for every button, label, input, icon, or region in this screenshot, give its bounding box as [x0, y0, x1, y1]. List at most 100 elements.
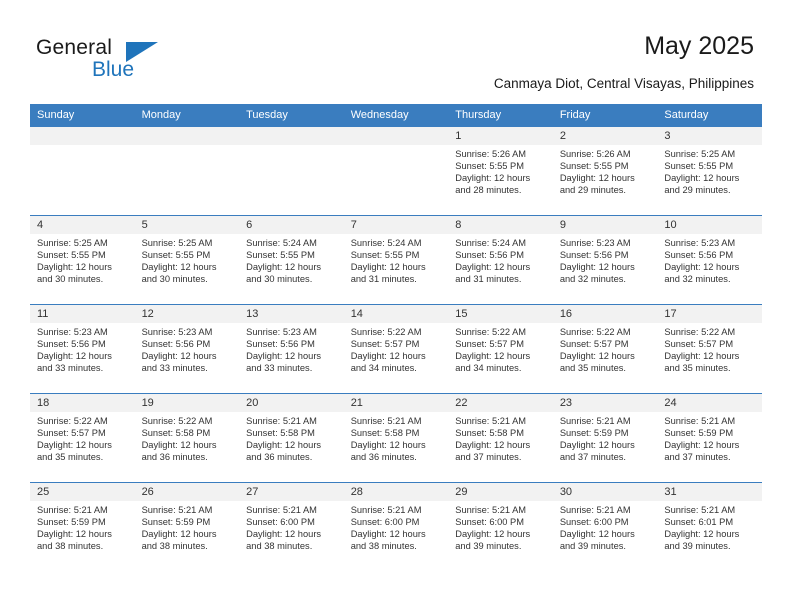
calendar-day-cell[interactable]: 5 Sunrise: 5:25 AM Sunset: 5:55 PM Daylight…: [134, 215, 240, 305]
daylight-text-line1: Daylight: 12 hours: [559, 351, 635, 362]
calendar-day-cell[interactable]: 28 Sunrise: 5:21 AM Sunset: 6:00 PM Dayligh…: [343, 482, 449, 572]
calendar-day-cell[interactable]: 6 Sunrise: 5:24 AM Sunset: 5:55 PM Daylight…: [239, 215, 344, 305]
calendar-day-cell[interactable]: 2 Sunrise: 5:26 AM Sunset: 5:55 PM Daylight…: [552, 126, 658, 216]
day-sun-info: Sunrise: 5:21 AM Sunset: 5:58 PM Daylight:…: [239, 412, 344, 463]
daylight-text-line1: Daylight: 12 hours: [246, 262, 322, 273]
calendar-day-cell[interactable]: 19 Sunrise: 5:22 AM Sunset: 5:58 PM Dayligh…: [134, 393, 240, 483]
day-number: 25: [30, 483, 135, 501]
day-sun-info: Sunrise: 5:21 AM Sunset: 6:01 PM Daylight:…: [657, 501, 762, 552]
calendar-day-cell[interactable]: 8 Sunrise: 5:24 AM Sunset: 5:56 PM Daylight…: [448, 215, 553, 305]
daylight-text-line2: and 33 minutes.: [246, 363, 313, 374]
day-sun-info: Sunrise: 5:26 AM Sunset: 5:55 PM Daylight:…: [553, 145, 658, 196]
daylight-text-line2: and 38 minutes.: [37, 541, 104, 552]
day-sun-info: Sunrise: 5:25 AM Sunset: 5:55 PM Daylight:…: [657, 145, 762, 196]
daylight-text-line1: Daylight: 12 hours: [664, 173, 740, 184]
page-title: May 2025: [644, 32, 754, 60]
sunset-text: Sunset: 6:00 PM: [246, 517, 315, 528]
calendar-day-cell[interactable]: 1 Sunrise: 5:26 AM Sunset: 5:55 PM Daylight…: [448, 126, 553, 216]
weekday-header-sunday: Sunday: [30, 104, 135, 127]
sunset-text: Sunset: 6:01 PM: [664, 517, 734, 528]
day-number: 30: [552, 483, 658, 501]
day-sun-info: Sunrise: 5:22 AM Sunset: 5:57 PM Daylight:…: [553, 323, 658, 374]
daylight-text-line2: and 29 minutes.: [559, 185, 626, 196]
calendar-day-cell[interactable]: 24 Sunrise: 5:21 AM Sunset: 5:59 PM Dayligh…: [657, 393, 762, 483]
calendar-day-cell[interactable]: 9 Sunrise: 5:23 AM Sunset: 5:56 PM Daylight…: [552, 215, 658, 305]
sunset-text: Sunset: 5:59 PM: [559, 428, 629, 439]
day-number: 4: [30, 216, 135, 234]
daylight-text-line2: and 29 minutes.: [664, 185, 731, 196]
calendar-body: 1 Sunrise: 5:26 AM Sunset: 5:55 PM Daylight…: [30, 126, 762, 572]
daylight-text-line2: and 28 minutes.: [455, 185, 522, 196]
daylight-text-line1: Daylight: 12 hours: [37, 262, 112, 273]
sunrise-text: Sunrise: 5:23 AM: [141, 327, 213, 337]
daylight-text-line2: and 38 minutes.: [350, 541, 417, 552]
sunrise-text: Sunrise: 5:22 AM: [664, 327, 736, 337]
calendar-day-cell[interactable]: 17 Sunrise: 5:22 AM Sunset: 5:57 PM Dayligh…: [657, 304, 762, 394]
calendar-day-cell[interactable]: 27 Sunrise: 5:21 AM Sunset: 6:00 PM Dayligh…: [239, 482, 344, 572]
weekday-header-thursday: Thursday: [448, 104, 553, 127]
sunset-text: Sunset: 6:00 PM: [559, 517, 629, 528]
daylight-text-line2: and 34 minutes.: [350, 363, 417, 374]
day-sun-info: Sunrise: 5:22 AM Sunset: 5:58 PM Daylight:…: [135, 412, 240, 463]
calendar-day-cell[interactable]: 22 Sunrise: 5:21 AM Sunset: 5:58 PM Dayligh…: [448, 393, 553, 483]
calendar-day-cell[interactable]: 10 Sunrise: 5:23 AM Sunset: 5:56 PM Dayligh…: [657, 215, 762, 305]
sunset-text: Sunset: 5:58 PM: [246, 428, 315, 439]
daylight-text-line1: Daylight: 12 hours: [141, 529, 217, 540]
daylight-text-line2: and 30 minutes.: [37, 274, 104, 285]
calendar-day-cell[interactable]: 3 Sunrise: 5:25 AM Sunset: 5:55 PM Daylight…: [657, 126, 762, 216]
sunset-text: Sunset: 5:58 PM: [141, 428, 211, 439]
sunrise-text: Sunrise: 5:22 AM: [350, 327, 422, 337]
day-sun-info: Sunrise: 5:25 AM Sunset: 5:55 PM Daylight:…: [30, 234, 135, 285]
calendar-day-cell[interactable]: 15 Sunrise: 5:22 AM Sunset: 5:57 PM Dayligh…: [448, 304, 553, 394]
day-number: 10: [657, 216, 762, 234]
daylight-text-line2: and 37 minutes.: [455, 452, 522, 463]
calendar-day-cell[interactable]: 13 Sunrise: 5:23 AM Sunset: 5:56 PM Dayligh…: [239, 304, 344, 394]
sunset-text: Sunset: 5:59 PM: [37, 517, 106, 528]
calendar-day-cell[interactable]: 29 Sunrise: 5:21 AM Sunset: 6:00 PM Dayligh…: [448, 482, 553, 572]
day-sun-info: Sunrise: 5:23 AM Sunset: 5:56 PM Daylight:…: [135, 323, 240, 374]
calendar-day-cell[interactable]: 11 Sunrise: 5:23 AM Sunset: 5:56 PM Dayligh…: [30, 304, 135, 394]
day-number: 1: [448, 127, 553, 145]
sunset-text: Sunset: 5:56 PM: [246, 339, 315, 350]
calendar-day-cell[interactable]: 31 Sunrise: 5:21 AM Sunset: 6:01 PM Dayligh…: [657, 482, 762, 572]
sunrise-text: Sunrise: 5:24 AM: [350, 238, 422, 248]
day-number: 19: [134, 394, 240, 412]
day-number: 16: [552, 305, 658, 323]
sunrise-text: Sunrise: 5:24 AM: [455, 238, 527, 248]
calendar-day-cell[interactable]: 18 Sunrise: 5:22 AM Sunset: 5:57 PM Dayligh…: [30, 393, 135, 483]
calendar-day-cell[interactable]: 25 Sunrise: 5:21 AM Sunset: 5:59 PM Dayligh…: [30, 482, 135, 572]
calendar-day-cell[interactable]: 30 Sunrise: 5:21 AM Sunset: 6:00 PM Dayligh…: [552, 482, 658, 572]
daylight-text-line1: Daylight: 12 hours: [246, 351, 322, 362]
daylight-text-line2: and 33 minutes.: [141, 363, 208, 374]
daylight-text-line2: and 32 minutes.: [559, 274, 626, 285]
sunrise-text: Sunrise: 5:21 AM: [455, 416, 527, 426]
day-sun-info: Sunrise: 5:22 AM Sunset: 5:57 PM Daylight:…: [657, 323, 762, 374]
calendar-day-cell[interactable]: 12 Sunrise: 5:23 AM Sunset: 5:56 PM Dayligh…: [134, 304, 240, 394]
day-number: 23: [552, 394, 658, 412]
daylight-text-line1: Daylight: 12 hours: [141, 262, 217, 273]
daylight-text-line2: and 34 minutes.: [455, 363, 522, 374]
day-number: 6: [239, 216, 344, 234]
sunset-text: Sunset: 5:55 PM: [350, 250, 420, 261]
brand-logo[interactable]: General Blue: [36, 36, 216, 88]
daylight-text-line1: Daylight: 12 hours: [455, 262, 531, 273]
day-number: [134, 127, 240, 145]
day-number: 26: [134, 483, 240, 501]
calendar-day-cell[interactable]: 4 Sunrise: 5:25 AM Sunset: 5:55 PM Daylight…: [30, 215, 135, 305]
calendar-day-cell[interactable]: 20 Sunrise: 5:21 AM Sunset: 5:58 PM Dayligh…: [239, 393, 344, 483]
daylight-text-line2: and 35 minutes.: [559, 363, 626, 374]
day-sun-info: Sunrise: 5:22 AM Sunset: 5:57 PM Daylight:…: [344, 323, 449, 374]
calendar-day-cell[interactable]: 21 Sunrise: 5:21 AM Sunset: 5:58 PM Dayligh…: [343, 393, 449, 483]
calendar-day-cell[interactable]: 23 Sunrise: 5:21 AM Sunset: 5:59 PM Dayligh…: [552, 393, 658, 483]
day-sun-info: Sunrise: 5:21 AM Sunset: 6:00 PM Daylight:…: [553, 501, 658, 552]
weekday-header-monday: Monday: [134, 104, 240, 127]
day-sun-info: Sunrise: 5:25 AM Sunset: 5:55 PM Daylight:…: [135, 234, 240, 285]
sunset-text: Sunset: 5:57 PM: [37, 428, 106, 439]
sunrise-text: Sunrise: 5:21 AM: [664, 505, 736, 515]
calendar-day-cell[interactable]: 16 Sunrise: 5:22 AM Sunset: 5:57 PM Dayligh…: [552, 304, 658, 394]
calendar-day-cell[interactable]: 14 Sunrise: 5:22 AM Sunset: 5:57 PM Dayligh…: [343, 304, 449, 394]
calendar-day-cell[interactable]: 7 Sunrise: 5:24 AM Sunset: 5:55 PM Daylight…: [343, 215, 449, 305]
calendar-day-cell[interactable]: 26 Sunrise: 5:21 AM Sunset: 5:59 PM Dayligh…: [134, 482, 240, 572]
sunrise-text: Sunrise: 5:21 AM: [37, 505, 108, 515]
sunrise-text: Sunrise: 5:21 AM: [664, 416, 736, 426]
